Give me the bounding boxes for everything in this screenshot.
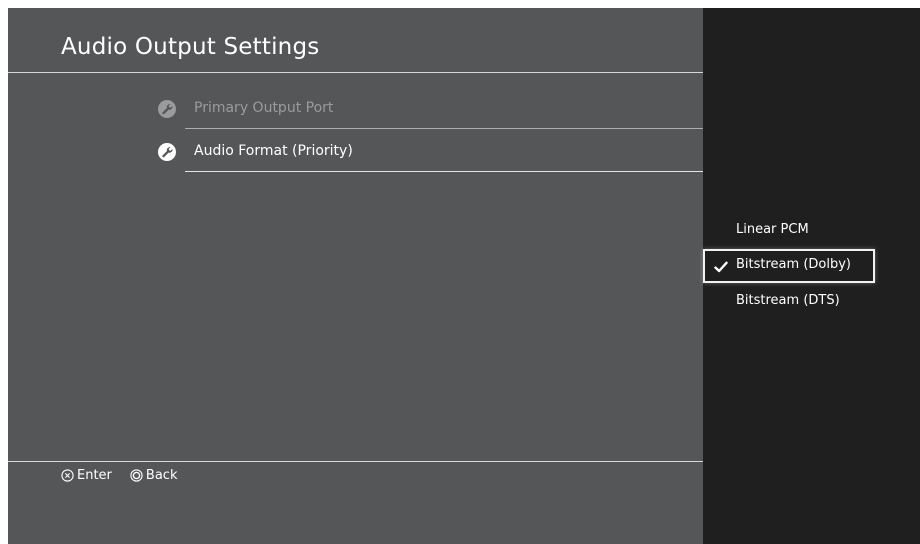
wrench-icon — [158, 100, 176, 118]
option-label: Bitstream (DTS) — [736, 293, 840, 308]
enter-label: Enter — [77, 468, 112, 483]
option-label: Bitstream (Dolby) — [736, 257, 851, 272]
menu-item-audio-format[interactable]: Audio Format (Priority) — [158, 132, 703, 172]
option-linear-pcm[interactable]: Linear PCM — [703, 214, 920, 248]
menu-item-divider — [185, 171, 703, 172]
checkmark-icon — [714, 259, 728, 273]
enter-hint[interactable]: Enter — [61, 468, 112, 483]
menu-item-divider — [185, 128, 703, 129]
menu-item-primary-output-port[interactable]: Primary Output Port — [158, 89, 703, 129]
settings-screen: Audio Output Settings Primary Output Por… — [8, 8, 920, 544]
footer-divider — [8, 461, 703, 462]
option-bitstream-dolby[interactable]: Bitstream (Dolby) — [703, 249, 875, 283]
wrench-icon — [158, 143, 176, 161]
button-hints: Enter Back — [61, 468, 195, 483]
menu-item-label: Primary Output Port — [194, 100, 334, 116]
title-divider — [8, 72, 703, 73]
option-label: Linear PCM — [736, 222, 809, 237]
back-label: Back — [145, 468, 178, 483]
circle-button-icon — [130, 469, 143, 482]
menu-item-label: Audio Format (Priority) — [194, 143, 353, 159]
page-title: Audio Output Settings — [61, 34, 320, 60]
cross-button-icon — [61, 469, 74, 482]
back-hint[interactable]: Back — [130, 468, 178, 483]
options-panel: Linear PCM Bitstream (Dolby) Bitstream (… — [703, 8, 920, 544]
option-bitstream-dts[interactable]: Bitstream (DTS) — [703, 285, 920, 319]
